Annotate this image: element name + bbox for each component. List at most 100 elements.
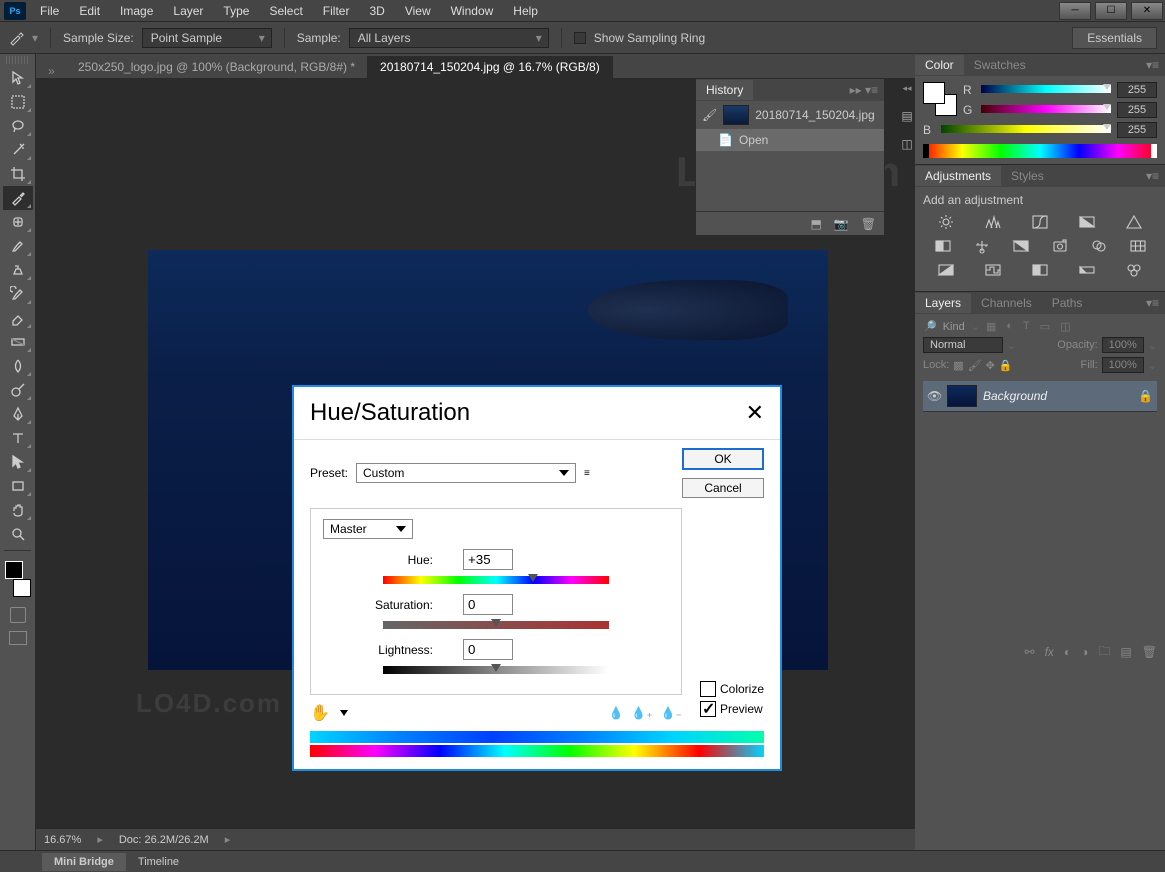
tab-adjustments[interactable]: Adjustments <box>915 166 1001 186</box>
dock-icon-2[interactable]: ◫ <box>897 134 917 154</box>
preview-checkbox[interactable] <box>700 701 716 717</box>
hue-slider[interactable] <box>383 576 609 584</box>
lasso-tool[interactable] <box>3 114 33 138</box>
magic-wand-tool[interactable] <box>3 138 33 162</box>
layer-mask-icon[interactable]: ◐ <box>1064 645 1071 659</box>
curves-icon[interactable] <box>1030 213 1050 231</box>
color-balance-icon[interactable] <box>972 237 992 255</box>
brush-tool[interactable] <box>3 234 33 258</box>
layer-filter-kind[interactable]: Kind <box>943 321 965 333</box>
exposure-icon[interactable] <box>1077 213 1097 231</box>
preset-select[interactable]: Custom <box>356 463 576 483</box>
history-step-row[interactable]: 📄 Open <box>696 129 884 151</box>
brightness-icon[interactable] <box>936 213 956 231</box>
color-swatch[interactable] <box>923 82 957 116</box>
dialog-close-icon[interactable]: ✕ <box>746 400 764 426</box>
zoom-arrow-icon[interactable]: ▸ <box>97 833 103 846</box>
link-layers-icon[interactable]: ⚯ <box>1025 645 1035 659</box>
saturation-input[interactable] <box>463 594 513 615</box>
sample-size-select[interactable]: Point Sample <box>142 28 272 48</box>
ok-button[interactable]: OK <box>682 448 764 470</box>
bw-icon[interactable] <box>1011 237 1031 255</box>
tab-paths[interactable]: Paths <box>1042 293 1093 313</box>
menu-image[interactable]: Image <box>110 1 163 21</box>
lightness-input[interactable] <box>463 639 513 660</box>
document-tab-1[interactable]: 250x250_logo.jpg @ 100% (Background, RGB… <box>66 56 368 78</box>
hand-tool[interactable] <box>3 498 33 522</box>
filter-shape-icon[interactable]: ▭ <box>1040 320 1050 333</box>
tabs-grip-icon[interactable]: » <box>48 64 66 78</box>
sampling-ring-checkbox[interactable] <box>574 32 586 44</box>
quick-mask-toggle[interactable] <box>10 607 26 623</box>
panel-menu-icon[interactable]: ▾≡ <box>1140 296 1165 310</box>
r-value[interactable]: 255 <box>1117 82 1157 98</box>
pen-tool[interactable] <box>3 402 33 426</box>
delete-state-icon[interactable]: 🗑 <box>861 217 876 231</box>
trash-icon[interactable]: 🗑 <box>1142 645 1157 659</box>
levels-icon[interactable] <box>983 213 1003 231</box>
menu-file[interactable]: File <box>30 1 69 21</box>
healing-brush-tool[interactable] <box>3 210 33 234</box>
posterize-icon[interactable] <box>983 261 1003 279</box>
hue-saturation-dialog[interactable]: Hue/Saturation ✕ Preset: Custom ≡ OK Can… <box>292 385 782 771</box>
photo-filter-icon[interactable] <box>1050 237 1070 255</box>
tab-color[interactable]: Color <box>915 55 964 75</box>
color-ramp[interactable] <box>923 144 1157 158</box>
maximize-button[interactable]: ☐ <box>1095 2 1127 20</box>
dodge-tool[interactable] <box>3 378 33 402</box>
workspace-switcher[interactable]: Essentials <box>1072 27 1157 49</box>
layer-lock-icon[interactable]: 🔒 <box>1138 389 1153 403</box>
move-tool[interactable] <box>3 66 33 90</box>
channel-select[interactable]: Master <box>323 519 413 539</box>
g-slider[interactable] <box>981 105 1111 115</box>
type-tool[interactable] <box>3 426 33 450</box>
layer-row-background[interactable]: 👁 Background 🔒 <box>923 381 1157 411</box>
screen-mode-toggle[interactable] <box>9 631 27 645</box>
hue-sat-icon[interactable] <box>933 237 953 255</box>
gradient-map-icon[interactable] <box>1077 261 1097 279</box>
blend-mode-select[interactable]: Normal <box>923 337 1003 353</box>
filter-smart-icon[interactable]: ◫ <box>1060 320 1070 333</box>
filter-pixel-icon[interactable]: ▦ <box>986 320 996 333</box>
menu-filter[interactable]: Filter <box>313 1 360 21</box>
filter-adjust-icon[interactable]: ◐ <box>1006 320 1013 333</box>
cancel-button[interactable]: Cancel <box>682 478 764 498</box>
lock-pos-icon[interactable]: ✥ <box>986 359 995 372</box>
shape-tool[interactable] <box>3 474 33 498</box>
panel-menu-icon[interactable]: ▾≡ <box>1140 169 1165 183</box>
lock-paint-icon[interactable]: 🖌 <box>968 359 982 372</box>
tab-swatches[interactable]: Swatches <box>964 55 1036 75</box>
color-lookup-icon[interactable] <box>1128 237 1148 255</box>
scrubby-icon[interactable]: ✋ <box>310 703 330 723</box>
menu-help[interactable]: Help <box>503 1 548 21</box>
lock-trans-icon[interactable]: ▩ <box>953 359 963 372</box>
history-snapshot-row[interactable]: 🖌 20180714_150204.jpg <box>696 101 884 129</box>
path-select-tool[interactable] <box>3 450 33 474</box>
panel-collapse-icon[interactable]: ▸▸ ▾≡ <box>844 83 884 97</box>
tab-channels[interactable]: Channels <box>971 293 1042 313</box>
layer-thumbnail[interactable] <box>947 385 977 407</box>
tab-styles[interactable]: Styles <box>1001 166 1054 186</box>
eyedropper-set-icon[interactable]: 💧 <box>608 706 623 720</box>
menu-window[interactable]: Window <box>441 1 504 21</box>
g-value[interactable]: 255 <box>1117 102 1157 118</box>
current-tool-icon[interactable] <box>8 30 24 46</box>
eyedropper-add-icon[interactable]: 💧₊ <box>631 706 652 720</box>
saturation-slider[interactable] <box>383 621 609 629</box>
eyedropper-sub-icon[interactable]: 💧₋ <box>661 706 682 720</box>
zoom-level[interactable]: 16.67% <box>44 834 81 846</box>
menu-edit[interactable]: Edit <box>69 1 110 21</box>
history-brush-source-icon[interactable]: 🖌 <box>702 108 717 122</box>
zoom-tool[interactable] <box>3 522 33 546</box>
history-panel[interactable]: History ▸▸ ▾≡ 🖌 20180714_150204.jpg 📄 Op… <box>695 78 885 236</box>
tab-mini-bridge[interactable]: Mini Bridge <box>42 853 126 871</box>
r-slider[interactable] <box>981 85 1111 95</box>
eyedropper-tool[interactable] <box>3 186 33 210</box>
hue-input[interactable] <box>463 549 513 570</box>
lock-all-icon[interactable]: 🔒 <box>999 359 1013 372</box>
docinfo-arrow-icon[interactable]: ▸ <box>225 833 231 846</box>
dock-expand-icon[interactable]: ◂◂ <box>897 78 917 98</box>
document-tab-2[interactable]: 20180714_150204.jpg @ 16.7% (RGB/8) <box>368 56 613 78</box>
visibility-icon[interactable]: 👁 <box>927 389 941 403</box>
eraser-tool[interactable] <box>3 306 33 330</box>
